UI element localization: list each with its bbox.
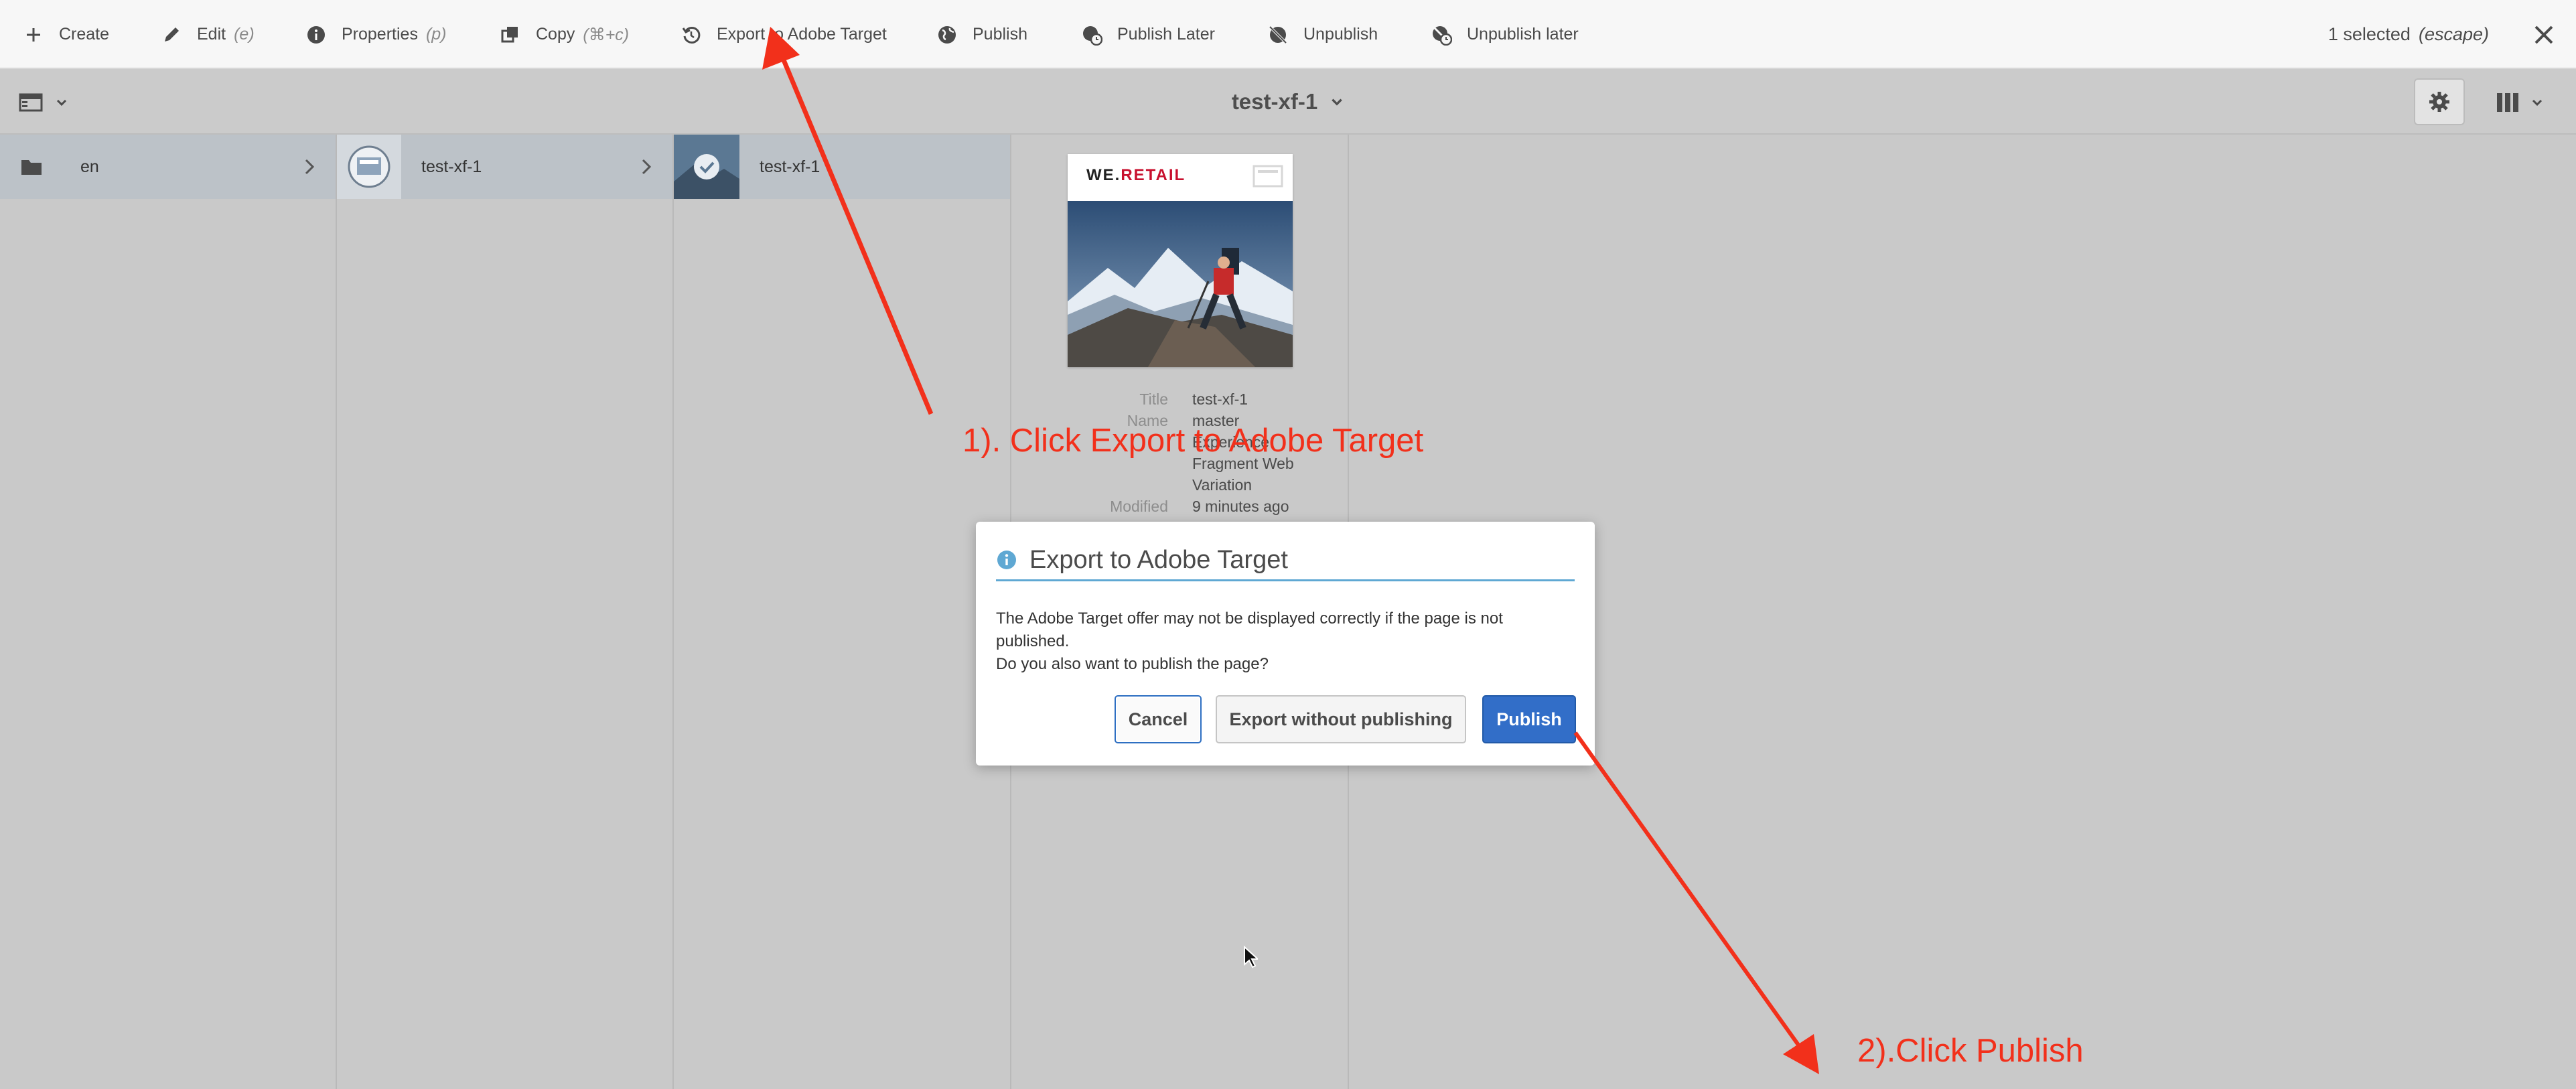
chevron-down-icon <box>2532 99 2543 106</box>
dialog-publish-button[interactable]: Publish <box>1482 695 1576 743</box>
plus-icon <box>27 27 40 42</box>
hiker-photo <box>1068 201 1293 367</box>
copy-icon <box>501 26 518 42</box>
dialog-header: Export to Adobe Target <box>996 540 1575 581</box>
cancel-button[interactable]: Cancel <box>1115 695 1202 743</box>
selection-count: 1 selected (escape) <box>2328 0 2489 69</box>
export-target-button[interactable]: Export to Adobe Target <box>681 0 887 69</box>
brand-we: WE. <box>1086 166 1121 184</box>
selection-escape-hint: (escape) <box>2418 24 2489 44</box>
gear-icon <box>2429 92 2449 112</box>
settings-button[interactable] <box>2414 78 2465 125</box>
brand-retail: RETAIL <box>1121 166 1186 184</box>
properties-label: Properties <box>342 25 418 44</box>
annotation-step-1: 1). Click Export to Adobe Target <box>962 423 1424 459</box>
column-item-label: test-xf-1 <box>421 157 482 176</box>
create-label: Create <box>59 25 110 44</box>
dialog-title: Export to Adobe Target <box>1029 545 1288 574</box>
page-title[interactable]: test-xf-1 <box>0 69 2576 135</box>
chevron-right-icon <box>642 159 652 175</box>
export-target-label: Export to Adobe Target <box>717 25 887 44</box>
column-item-label: test-xf-1 <box>760 157 820 176</box>
dialog-message-line1: The Adobe Target offer may not be displa… <box>996 609 1503 650</box>
folder-icon <box>21 160 42 175</box>
create-button[interactable]: Create <box>23 0 109 69</box>
pencil-icon <box>165 27 179 42</box>
column-item-test-xf-1[interactable]: test-xf-1 <box>337 135 672 199</box>
unpublish-label: Unpublish <box>1303 25 1378 44</box>
meta-modified-label: Modified <box>1110 498 1168 515</box>
properties-shortcut: (p) <box>425 25 447 44</box>
globe-icon <box>938 25 956 44</box>
meta-template-line3: Variation <box>1192 476 1253 494</box>
column-3: test-xf-1 <box>674 135 1011 1089</box>
edit-button[interactable]: Edit (e) <box>161 0 255 69</box>
close-icon[interactable] <box>2530 21 2557 48</box>
globe-clock-icon <box>1083 25 1102 46</box>
edit-label: Edit <box>197 25 226 44</box>
info-icon <box>997 551 1016 569</box>
thumbnail-icon <box>337 135 401 199</box>
edit-shortcut: (e) <box>234 25 255 44</box>
publish-later-button[interactable]: Publish Later <box>1081 0 1215 69</box>
column-1: en <box>0 135 337 1089</box>
view-toolbar: test-xf-1 <box>0 69 2576 135</box>
view-switcher-button[interactable] <box>2496 89 2563 116</box>
page-icon <box>1253 165 1283 188</box>
properties-button[interactable]: Properties (p) <box>305 0 447 69</box>
meta-title-value: test-xf-1 <box>1192 390 1248 408</box>
chevron-right-icon <box>305 159 315 175</box>
column-item-label: en <box>80 157 99 176</box>
copy-button[interactable]: Copy (⌘+c) <box>500 0 629 69</box>
selected-check-thumbnail-icon <box>674 135 739 199</box>
column-item-test-xf-1-master[interactable]: test-xf-1 <box>674 135 1010 199</box>
publish-label: Publish <box>973 25 1027 44</box>
column-item-en[interactable]: en <box>0 135 336 199</box>
selection-count-label: 1 selected <box>2328 24 2411 44</box>
dialog-message: The Adobe Target offer may not be displa… <box>996 607 1579 676</box>
refresh-icon <box>682 26 701 44</box>
arrow-to-publish <box>1573 731 1819 1074</box>
column-view-icon <box>2497 93 2518 112</box>
meta-title-label: Title <box>1139 390 1168 408</box>
publish-button[interactable]: Publish <box>936 0 1027 69</box>
mouse-cursor-icon <box>1244 946 1258 968</box>
export-dialog: Export to Adobe Target The Adobe Target … <box>976 522 1595 766</box>
copy-shortcut: (⌘+c) <box>583 25 630 44</box>
copy-label: Copy <box>536 25 575 44</box>
unpublish-later-button[interactable]: Unpublish later <box>1431 0 1579 69</box>
globe-strike-icon <box>1269 25 1287 44</box>
meta-modified-value: 9 minutes ago <box>1192 498 1289 515</box>
unpublish-later-label: Unpublish later <box>1467 25 1579 44</box>
page-title-label: test-xf-1 <box>1231 89 1318 114</box>
unpublish-button[interactable]: Unpublish <box>1267 0 1378 69</box>
info-icon <box>307 25 325 44</box>
brand-logo: WE.RETAIL <box>1086 166 1186 185</box>
dialog-message-line2: Do you also want to publish the page? <box>996 655 1269 673</box>
preview-thumbnail: WE.RETAIL <box>1068 154 1293 367</box>
globe-strike-clock-icon <box>1431 25 1452 46</box>
export-without-publishing-button[interactable]: Export without publishing <box>1216 695 1466 743</box>
publish-later-label: Publish Later <box>1117 25 1215 44</box>
action-bar: Create Edit (e) Properties (p) Copy (⌘+c… <box>0 0 2576 69</box>
column-2: test-xf-1 <box>337 135 674 1089</box>
annotation-step-2: 2).Click Publish <box>1857 1033 2084 1069</box>
chevron-down-icon <box>1332 98 1342 106</box>
